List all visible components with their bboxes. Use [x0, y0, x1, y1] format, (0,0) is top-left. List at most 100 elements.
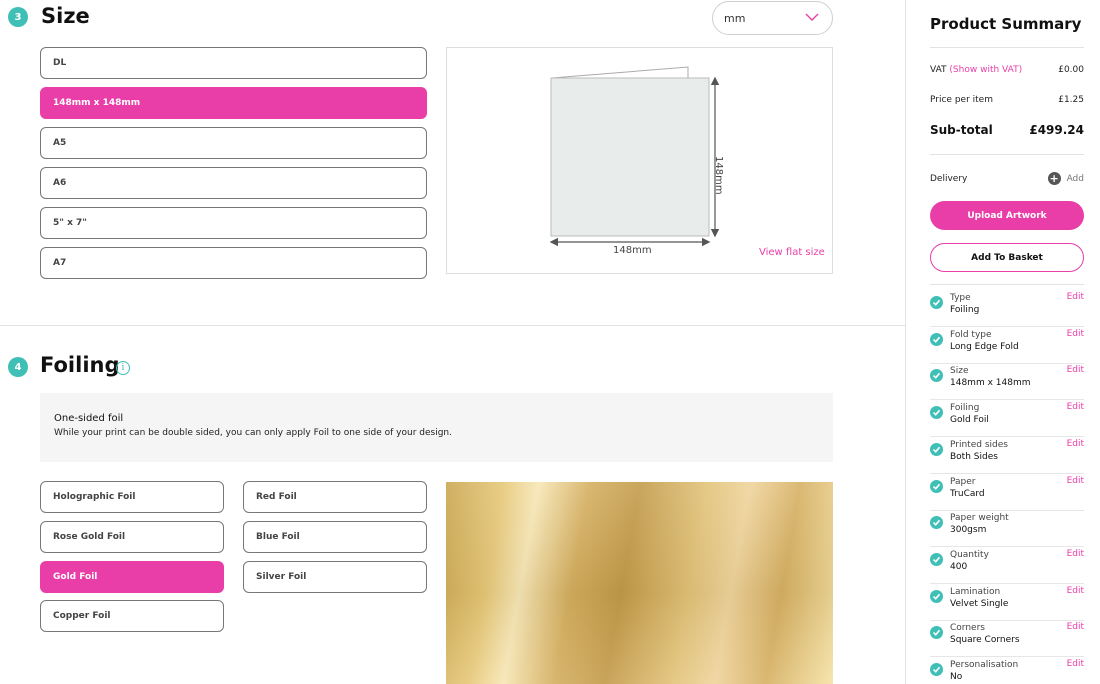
foil-option-copper[interactable]: Copper Foil [40, 600, 224, 632]
foil-notice: One-sided foil While your print can be d… [40, 393, 833, 462]
vat-value: £0.00 [1058, 65, 1084, 75]
subtotal-value: £499.24 [1029, 123, 1084, 137]
summary-item-value: Velvet Single [950, 598, 1009, 609]
add-to-basket-button[interactable]: Add To Basket [930, 243, 1084, 272]
summary-item-value: Foiling [950, 305, 980, 315]
size-option-a6[interactable]: A6 [40, 167, 427, 199]
foil-option-holographic[interactable]: Holographic Foil [40, 481, 224, 513]
edit-link[interactable]: Edit [1067, 549, 1084, 559]
foil-option-red[interactable]: Red Foil [243, 481, 427, 513]
summary-item-paper-weight: Paper weight 300gsm [930, 510, 1084, 548]
summary-item-label: Paper [950, 476, 976, 487]
edit-link[interactable]: Edit [1067, 329, 1084, 339]
gold-foil-preview-image [446, 482, 833, 684]
foil-option-gold[interactable]: Gold Foil [40, 561, 224, 593]
summary-item-value: 300gsm [950, 525, 987, 536]
size-option-a7[interactable]: A7 [40, 247, 427, 279]
foil-option-rose-gold[interactable]: Rose Gold Foil [40, 521, 224, 553]
foil-notice-text: While your print can be double sided, yo… [54, 428, 452, 438]
edit-link[interactable]: Edit [1067, 659, 1084, 669]
summary-item-paper: Paper TruCard Edit [930, 474, 1084, 511]
info-icon[interactable]: i [116, 361, 130, 375]
section-divider [0, 325, 905, 326]
edit-link[interactable]: Edit [1067, 365, 1084, 375]
check-icon [930, 663, 943, 676]
summary-item-value: Square Corners [950, 635, 1020, 646]
foiling-section-title: Foiling [40, 353, 120, 377]
summary-item-label: Size [950, 366, 969, 377]
step-badge-size: 3 [8, 7, 28, 27]
product-summary-title: Product Summary [930, 15, 1082, 33]
preview-width-label: 148mm [613, 245, 652, 256]
summary-item-value: No [950, 672, 963, 682]
chevron-down-icon [805, 13, 819, 21]
summary-item-printed-sides: Printed sides Both Sides Edit [930, 437, 1084, 474]
check-icon [930, 442, 943, 456]
size-section-title: Size [41, 4, 90, 28]
main-content: 3 Size mm DL 148mm x 148mm A5 A6 5" x 7"… [0, 0, 905, 684]
edit-link[interactable]: Edit [1067, 622, 1084, 632]
show-with-vat-link[interactable]: (Show with VAT) [949, 65, 1022, 75]
edit-link[interactable]: Edit [1067, 476, 1084, 486]
size-option-a5[interactable]: A5 [40, 127, 427, 159]
check-icon [930, 589, 943, 603]
summary-item-lamination: Lamination Velvet Single Edit [930, 584, 1084, 621]
edit-link[interactable]: Edit [1067, 402, 1084, 412]
price-row: Price per item £1.25 [930, 95, 1084, 105]
check-icon [930, 479, 943, 493]
summary-item-value: TruCard [950, 488, 985, 499]
check-icon [930, 369, 943, 383]
check-icon [930, 516, 943, 530]
edit-link[interactable]: Edit [1067, 292, 1084, 302]
summary-item-label: Fold type [950, 329, 992, 340]
summary-item-value: Both Sides [950, 451, 998, 462]
subtotal-row: Sub-total £499.24 [930, 123, 1084, 137]
edit-link[interactable]: Edit [1067, 439, 1084, 449]
view-flat-size-link[interactable]: View flat size [759, 247, 825, 258]
unit-select-value: mm [724, 11, 746, 25]
divider [930, 284, 1084, 285]
summary-item-size: Size 148mm x 148mm Edit [930, 363, 1084, 401]
size-preview: 148mm 148mm View flat size [446, 47, 833, 274]
size-option-5x7[interactable]: 5" x 7" [40, 207, 427, 239]
summary-item-label: Foiling [950, 403, 980, 414]
summary-item-label: Printed sides [950, 439, 1008, 450]
summary-item-label: Quantity [950, 549, 989, 560]
divider [930, 47, 1084, 48]
preview-height-label: 148mm [713, 156, 724, 195]
summary-item-label: Paper weight [950, 513, 1009, 524]
check-icon [930, 552, 943, 566]
add-delivery-button[interactable]: + Add [1047, 172, 1084, 185]
divider [930, 154, 1084, 155]
delivery-label: Delivery [930, 173, 968, 184]
vat-label: VAT [930, 65, 947, 75]
summary-item-label: Personalisation [950, 660, 1019, 670]
size-option-148mm[interactable]: 148mm x 148mm [40, 87, 427, 119]
foil-option-blue[interactable]: Blue Foil [243, 521, 427, 553]
summary-item-label: Type [950, 293, 971, 303]
summary-item-personalisation: Personalisation No Edit [930, 657, 1084, 684]
upload-artwork-button[interactable]: Upload Artwork [930, 201, 1084, 230]
plus-circle-icon: + [1047, 172, 1061, 185]
card-preview-diagram [549, 66, 720, 247]
price-per-item-label: Price per item [930, 95, 993, 105]
summary-item-label: Lamination [950, 586, 1001, 597]
subtotal-label: Sub-total [930, 123, 993, 137]
delivery-row: Delivery + Add [930, 172, 1084, 185]
product-summary-panel: Product Summary VAT (Show with VAT) £0.0… [905, 0, 1100, 684]
summary-item-fold-type: Fold type Long Edge Fold Edit [930, 327, 1084, 364]
price-per-item-value: £1.25 [1058, 95, 1084, 105]
foil-option-silver[interactable]: Silver Foil [243, 561, 427, 593]
edit-link[interactable]: Edit [1067, 586, 1084, 596]
add-delivery-label: Add [1066, 173, 1084, 184]
summary-item-foiling: Foiling Gold Foil Edit [930, 400, 1084, 438]
check-icon [930, 406, 943, 420]
summary-item-value: 148mm x 148mm [950, 378, 1031, 389]
unit-select[interactable]: mm [712, 1, 833, 35]
size-option-dl[interactable]: DL [40, 47, 427, 79]
foil-notice-title: One-sided foil [54, 413, 124, 424]
summary-item-value: Gold Foil [950, 415, 989, 426]
check-icon [930, 332, 943, 346]
summary-item-quantity: Quantity 400 Edit [930, 547, 1084, 584]
summary-item-label: Corners [950, 623, 985, 634]
